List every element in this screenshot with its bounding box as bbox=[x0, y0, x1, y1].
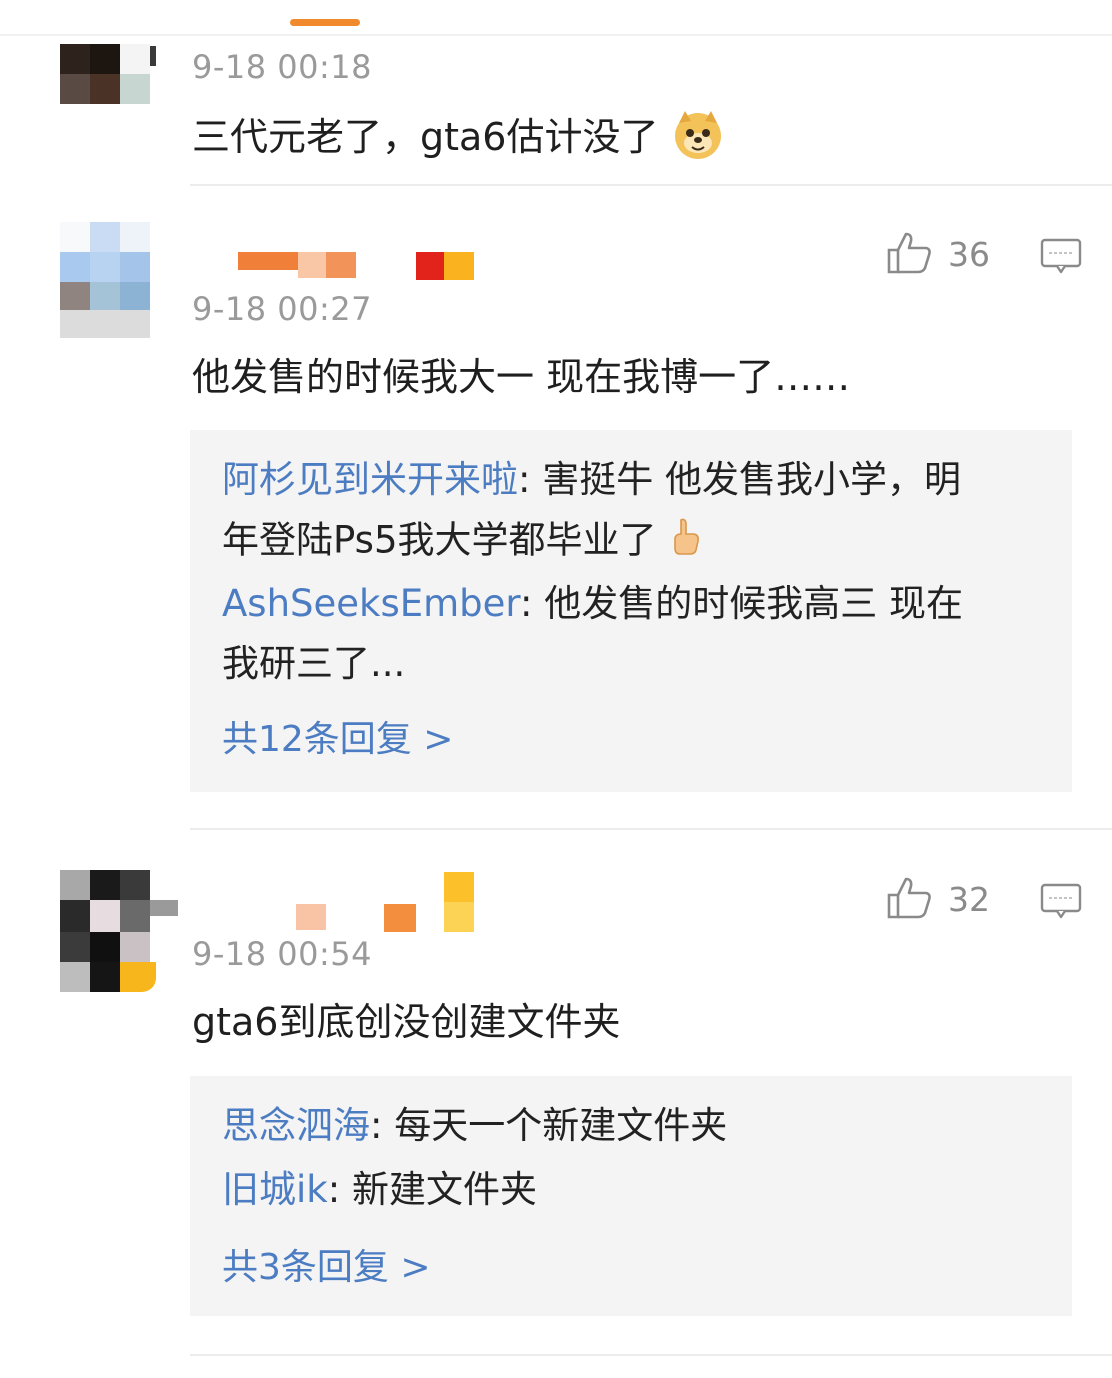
reply-line-cont: 我研三了... bbox=[222, 642, 406, 685]
comment-text: gta6到底创没创建文件夹 bbox=[192, 1000, 621, 1044]
view-all-replies-link[interactable]: 共3条回复 > bbox=[222, 1246, 431, 1290]
reply-line: AshSeeksEmber: 他发售的时候我高三 现在 bbox=[222, 582, 963, 625]
top-separator bbox=[0, 34, 1112, 36]
doge-emoji-icon bbox=[671, 107, 725, 172]
avatar[interactable] bbox=[60, 44, 152, 104]
reply-username[interactable]: AshSeeksEmber bbox=[222, 582, 520, 625]
reply-username[interactable]: 阿杉见到米开来啦 bbox=[222, 458, 518, 501]
comment-divider bbox=[190, 1354, 1112, 1356]
thumbs-up-icon bbox=[886, 230, 934, 280]
comment-timestamp: 9-18 00:18 bbox=[192, 48, 373, 86]
reply-line: 阿杉见到米开来啦: 害挺牛 他发售我小学，明 bbox=[222, 458, 961, 501]
like-button[interactable]: 36 bbox=[886, 232, 990, 275]
comment-bubble-icon bbox=[1040, 238, 1082, 274]
avatar[interactable] bbox=[60, 222, 152, 338]
comment-text: 三代元老了，gta6估计没了 bbox=[192, 107, 725, 172]
reply-button[interactable] bbox=[1040, 238, 1082, 274]
username-mosaic bbox=[150, 46, 156, 66]
avatar[interactable] bbox=[60, 870, 178, 992]
like-count: 32 bbox=[948, 880, 990, 919]
reply-username[interactable]: 旧城ik bbox=[222, 1168, 328, 1211]
reply-line: 思念泗海: 每天一个新建文件夹 bbox=[222, 1104, 728, 1147]
reply-button[interactable] bbox=[1040, 883, 1082, 919]
comment-timestamp: 9-18 00:27 bbox=[192, 290, 373, 328]
reply-username[interactable]: 思念泗海 bbox=[222, 1104, 370, 1147]
view-all-replies-link[interactable]: 共12条回复 > bbox=[222, 718, 453, 762]
like-count: 36 bbox=[948, 235, 990, 274]
reply-line: 旧城ik: 新建文件夹 bbox=[222, 1168, 537, 1211]
comment-bubble-icon bbox=[1040, 883, 1082, 919]
comment-divider bbox=[190, 184, 1112, 186]
tab-indicator bbox=[290, 19, 360, 26]
thumb-hand-icon bbox=[668, 516, 702, 568]
comment-divider bbox=[190, 828, 1112, 830]
comment-text: 他发售的时候我大一 现在我博一了…… bbox=[192, 355, 851, 399]
thumbs-up-icon bbox=[886, 875, 934, 925]
like-button[interactable]: 32 bbox=[886, 877, 990, 920]
comment-timestamp: 9-18 00:54 bbox=[192, 935, 373, 973]
reply-line-cont: 年登陆Ps5我大学都毕业了 bbox=[222, 516, 702, 568]
